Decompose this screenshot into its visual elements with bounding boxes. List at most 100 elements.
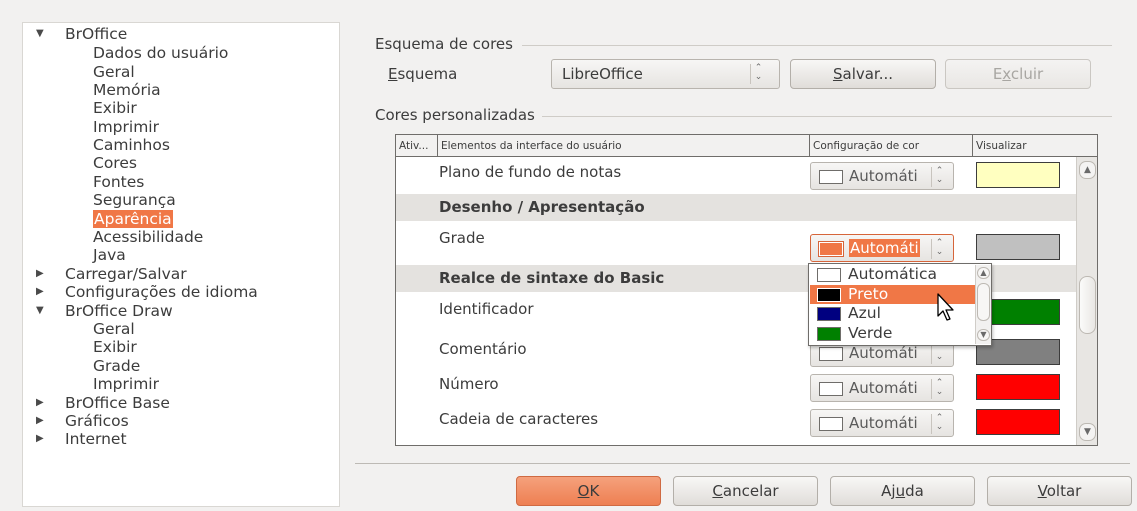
tree-item-label: Dados do usuário bbox=[93, 44, 229, 62]
tree-item-label: Geral bbox=[93, 63, 135, 81]
collapsed-arrow-icon[interactable]: ▶ bbox=[36, 412, 50, 430]
table-header: Ativ... Elementos da interface do usuári… bbox=[396, 135, 1097, 157]
column-header-active[interactable]: Ativ... bbox=[396, 135, 438, 157]
tree-item[interactable]: Acessibilidade bbox=[93, 228, 203, 246]
dropdown-scroll-thumb[interactable] bbox=[977, 283, 990, 321]
color-swatch bbox=[817, 326, 841, 341]
tree-item[interactable]: Imprimir bbox=[93, 118, 159, 136]
tree-item-label: Memória bbox=[93, 81, 161, 99]
dropdown-scroll-up-icon[interactable]: ▲ bbox=[977, 267, 990, 279]
color-setting-select[interactable]: Automáti ⌃⌄ bbox=[810, 162, 954, 190]
tree-item-label: Imprimir bbox=[93, 118, 159, 136]
options-tree[interactable]: ▼ BrOffice Dados do usuário Geral Memória Exi… bbox=[22, 22, 340, 507]
tree-item-label: Imprimir bbox=[93, 375, 159, 393]
element-name: Cadeia de caracteres bbox=[439, 410, 599, 428]
dropdown-scroll-down-icon[interactable]: ▼ bbox=[977, 329, 990, 341]
tree-item[interactable]: Caminhos bbox=[93, 136, 170, 154]
section-divider bbox=[522, 45, 1112, 46]
color-option[interactable]: Verde bbox=[810, 324, 976, 343]
dropdown-scrollbar[interactable]: ▲ ▼ bbox=[975, 265, 991, 344]
tree-item-label: Exibir bbox=[93, 99, 137, 117]
tree-item[interactable]: Geral bbox=[93, 320, 135, 338]
column-header-preview[interactable]: Visualizar bbox=[973, 135, 1097, 157]
color-option-label: Preto bbox=[848, 284, 889, 303]
tree-item[interactable]: Imprimir bbox=[93, 375, 159, 393]
expanded-arrow-icon[interactable]: ▼ bbox=[36, 25, 50, 43]
table-group-row: Desenho / Apresentação bbox=[396, 194, 1078, 221]
table-row: Cadeia de caracteres Automáti ⌃ ⌄ bbox=[396, 402, 1078, 442]
cancel-button[interactable]: Cancelar bbox=[673, 476, 818, 506]
delete-scheme-button[interactable]: Excluir bbox=[945, 59, 1091, 89]
tree-item-label: Acessibilidade bbox=[93, 228, 204, 246]
tree-item-label: Carregar/Salvar bbox=[65, 265, 187, 283]
element-name: Número bbox=[439, 375, 499, 393]
tree-item-label: Grade bbox=[93, 357, 141, 375]
color-option[interactable]: Automática bbox=[810, 265, 976, 284]
tree-item[interactable]: Grade bbox=[93, 357, 140, 375]
tree-item[interactable]: ▼ BrOffice bbox=[36, 25, 128, 43]
color-setting-select[interactable]: Automáti ⌃⌄ bbox=[810, 234, 954, 262]
collapsed-arrow-icon[interactable]: ▶ bbox=[36, 283, 50, 301]
color-swatch bbox=[819, 382, 843, 396]
tree-item-label: BrOffice bbox=[65, 25, 128, 43]
color-setting-select[interactable]: Automáti ⌃⌄ bbox=[810, 374, 954, 402]
custom-colors-table: Ativ... Elementos da interface do usuári… bbox=[395, 134, 1098, 446]
collapsed-arrow-icon[interactable]: ▶ bbox=[36, 430, 50, 448]
custom-colors-section-title: Cores personalizadas bbox=[375, 106, 541, 124]
tree-item[interactable]: Geral bbox=[93, 63, 135, 81]
tree-item[interactable]: Aparência bbox=[93, 210, 173, 228]
element-name: Identificador bbox=[439, 300, 534, 318]
tree-item[interactable]: Dados do usuário bbox=[93, 44, 228, 62]
element-name: Comentário bbox=[439, 340, 527, 358]
expanded-arrow-icon[interactable]: ▼ bbox=[36, 302, 50, 320]
tree-item[interactable]: Java bbox=[93, 246, 126, 264]
tree-item[interactable]: Memória bbox=[93, 81, 161, 99]
color-option-label: Azul bbox=[848, 304, 881, 322]
color-swatch bbox=[817, 307, 841, 321]
tree-item[interactable]: ▶ Carregar/Salvar bbox=[36, 265, 187, 283]
tree-item[interactable]: ▶ Internet bbox=[36, 430, 127, 448]
tree-item[interactable]: Fontes bbox=[93, 173, 144, 191]
color-dropdown-list[interactable]: Automática Preto Azul Verde ▲ ▼ bbox=[808, 263, 992, 346]
color-preview bbox=[976, 374, 1060, 400]
tree-item-label: Java bbox=[93, 246, 126, 264]
ok-button[interactable]: OK bbox=[516, 476, 661, 506]
save-scheme-button[interactable]: Salvar... bbox=[790, 59, 936, 89]
tree-item[interactable]: Segurança bbox=[93, 191, 176, 209]
element-name: Desenho / Apresentação bbox=[439, 198, 645, 216]
back-button[interactable]: Voltar bbox=[987, 476, 1132, 506]
tree-item-label: Cores bbox=[93, 154, 137, 172]
scroll-thumb[interactable] bbox=[1079, 276, 1096, 334]
scheme-section-title: Esquema de cores bbox=[375, 35, 519, 53]
table-row: Plano de fundo de notas Automáti ⌃ ⌄ bbox=[396, 157, 1078, 194]
tree-item[interactable]: ▶ Gráficos bbox=[36, 412, 129, 430]
collapsed-arrow-icon[interactable]: ▶ bbox=[36, 265, 50, 283]
column-header-color-setting[interactable]: Configuração de cor bbox=[810, 135, 973, 157]
color-swatch bbox=[818, 241, 844, 257]
tree-item-label: Geral bbox=[93, 320, 135, 338]
tree-item-label: BrOffice Base bbox=[65, 394, 170, 412]
color-swatch bbox=[817, 287, 841, 302]
color-setting-value: Automáti bbox=[849, 344, 918, 362]
color-swatch bbox=[819, 417, 843, 431]
scheme-select-value: LibreOffice bbox=[562, 65, 643, 83]
tree-item-label: Fontes bbox=[93, 173, 145, 191]
tree-item[interactable]: ▶ BrOffice Base bbox=[36, 394, 170, 412]
collapsed-arrow-icon[interactable]: ▶ bbox=[36, 394, 50, 412]
tree-item-label: Gráficos bbox=[65, 412, 129, 430]
tree-item[interactable]: ▶ Configurações de idioma bbox=[36, 283, 258, 301]
spin-updown-icon: ⌃⌄ bbox=[931, 239, 947, 259]
tree-item[interactable]: Cores bbox=[93, 154, 137, 172]
scroll-down-icon[interactable]: ▼ bbox=[1079, 423, 1096, 441]
scroll-up-icon[interactable]: ▲ bbox=[1079, 161, 1096, 179]
mouse-pointer-icon bbox=[937, 293, 954, 321]
scheme-select[interactable]: LibreOffice ⌃ ⌄ bbox=[551, 59, 780, 89]
tree-item[interactable]: ▼ BrOffice Draw bbox=[36, 302, 173, 320]
tree-item[interactable]: Exibir bbox=[93, 338, 137, 356]
table-scrollbar[interactable]: ▲ ▼ bbox=[1076, 157, 1097, 445]
color-setting-select[interactable]: Automáti ⌃⌄ bbox=[810, 409, 954, 437]
tree-item[interactable]: Exibir bbox=[93, 99, 137, 117]
help-button[interactable]: Ajuda bbox=[830, 476, 975, 506]
column-header-elements[interactable]: Elementos da interface do usuário bbox=[438, 135, 810, 157]
color-setting-value: Automáti bbox=[849, 414, 918, 432]
